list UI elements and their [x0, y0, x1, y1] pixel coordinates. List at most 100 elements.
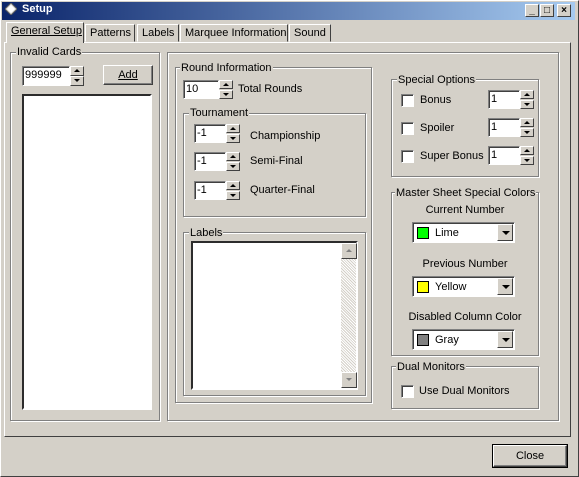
arrow-down-icon: [223, 93, 229, 96]
arrow-up-icon: [524, 149, 530, 152]
invalid-cards-legend: Invalid Cards: [16, 46, 83, 58]
add-button[interactable]: Add: [103, 65, 153, 85]
add-button-label: Add: [118, 69, 138, 81]
semi-final-input[interactable]: -1: [194, 152, 226, 171]
invalid-card-spinner[interactable]: [70, 66, 84, 86]
arrow-down-icon: [74, 79, 80, 82]
total-rounds-spinner[interactable]: [219, 80, 233, 99]
spoiler-spinner[interactable]: [520, 118, 534, 137]
bonus-input[interactable]: 1: [488, 90, 520, 109]
scroll-up-button[interactable]: [341, 243, 357, 259]
spin-down-button[interactable]: [70, 76, 84, 86]
tab-marquee-information[interactable]: Marquee Information: [180, 24, 288, 42]
disabled-column-value: Gray: [435, 334, 459, 346]
dropdown-button[interactable]: [497, 331, 513, 348]
round-information-legend: Round Information: [180, 62, 273, 74]
super-bonus-input[interactable]: 1: [488, 146, 520, 165]
championship-input[interactable]: -1: [194, 124, 226, 143]
chevron-down-icon: [502, 285, 510, 289]
current-number-select[interactable]: Lime: [412, 222, 515, 243]
color-swatch: [417, 281, 429, 293]
arrow-up-icon: [223, 83, 229, 86]
tab-sound[interactable]: Sound: [289, 24, 331, 42]
special-colors-legend: Master Sheet Special Colors: [395, 187, 537, 199]
close-button[interactable]: Close: [492, 444, 568, 468]
dropdown-button[interactable]: [497, 278, 513, 295]
super-bonus-spinner[interactable]: [520, 146, 534, 165]
bonus-spinner[interactable]: [520, 90, 534, 109]
semi-final-spinner[interactable]: [226, 152, 240, 171]
championship-spinner[interactable]: [226, 124, 240, 143]
arrow-up-icon: [524, 121, 530, 124]
tournament-legend: Tournament: [189, 107, 250, 119]
spin-up-button[interactable]: [70, 66, 84, 76]
tab-label: Labels: [142, 27, 175, 39]
arrow-up-icon: [230, 127, 236, 130]
tab-labels[interactable]: Labels: [137, 24, 179, 42]
chevron-down-icon: [502, 231, 510, 235]
previous-number-select[interactable]: Yellow: [412, 276, 515, 297]
spin-up-button[interactable]: [226, 181, 240, 190]
spin-down-button[interactable]: [226, 191, 240, 200]
invalid-card-input[interactable]: 999999: [22, 66, 70, 86]
quarter-final-spinner[interactable]: [226, 181, 240, 200]
spoiler-checkbox[interactable]: [401, 122, 414, 135]
arrow-down-icon: [346, 378, 352, 381]
spin-up-button[interactable]: [520, 118, 534, 127]
arrow-down-icon: [524, 131, 530, 134]
previous-number-label: Previous Number: [422, 258, 508, 270]
tab-label: Sound: [294, 27, 326, 39]
labels-scrollbar-track[interactable]: [341, 259, 356, 372]
close-window-button[interactable]: ×: [557, 4, 571, 17]
arrow-down-icon: [230, 137, 236, 140]
spin-up-button[interactable]: [219, 80, 233, 89]
tab-label: Marquee Information: [185, 27, 287, 39]
spin-up-button[interactable]: [226, 124, 240, 133]
dropdown-button[interactable]: [497, 224, 513, 241]
arrow-down-icon: [230, 165, 236, 168]
title-bar[interactable]: [2, 2, 575, 20]
semi-final-label: Semi-Final: [250, 155, 303, 167]
quarter-final-label: Quarter-Final: [250, 184, 315, 196]
arrow-down-icon: [524, 159, 530, 162]
special-options-legend: Special Options: [397, 74, 477, 86]
spin-down-button[interactable]: [219, 90, 233, 99]
championship-label: Championship: [250, 130, 321, 142]
spin-down-button[interactable]: [520, 156, 534, 165]
invalid-cards-list[interactable]: [22, 94, 152, 410]
bonus-checkbox[interactable]: [401, 94, 414, 107]
labels-legend: Labels: [189, 227, 224, 239]
spin-down-button[interactable]: [226, 134, 240, 143]
labels-textarea[interactable]: [191, 241, 358, 390]
arrow-up-icon: [230, 155, 236, 158]
dual-monitors-label: Use Dual Monitors: [419, 385, 510, 397]
spin-up-button[interactable]: [520, 146, 534, 155]
total-rounds-input[interactable]: 10: [183, 80, 219, 99]
super-bonus-label: Super Bonus: [420, 150, 484, 162]
minimize-button[interactable]: _: [525, 4, 539, 17]
quarter-final-input[interactable]: -1: [194, 181, 226, 200]
spin-down-button[interactable]: [520, 100, 534, 109]
spin-down-button[interactable]: [520, 128, 534, 137]
tab-label: Patterns: [90, 27, 131, 39]
spin-up-button[interactable]: [520, 90, 534, 99]
maximize-icon: □: [543, 5, 551, 16]
arrow-up-icon: [524, 93, 530, 96]
current-number-label: Current Number: [425, 204, 505, 216]
tab-patterns[interactable]: Patterns: [85, 24, 135, 42]
arrow-up-icon: [346, 249, 352, 252]
arrow-up-icon: [230, 184, 236, 187]
tab-general-setup[interactable]: General Setup: [6, 22, 84, 43]
dual-monitors-checkbox[interactable]: [401, 385, 414, 398]
previous-number-value: Yellow: [435, 281, 467, 293]
scroll-down-button[interactable]: [341, 372, 357, 388]
app-icon: [5, 3, 17, 15]
maximize-button[interactable]: □: [540, 4, 554, 17]
arrow-down-icon: [524, 103, 530, 106]
disabled-column-select[interactable]: Gray: [412, 329, 515, 350]
spoiler-input[interactable]: 1: [488, 118, 520, 137]
spin-down-button[interactable]: [226, 162, 240, 171]
spin-up-button[interactable]: [226, 152, 240, 161]
super-bonus-checkbox[interactable]: [401, 150, 414, 163]
chevron-down-icon: [502, 338, 510, 342]
